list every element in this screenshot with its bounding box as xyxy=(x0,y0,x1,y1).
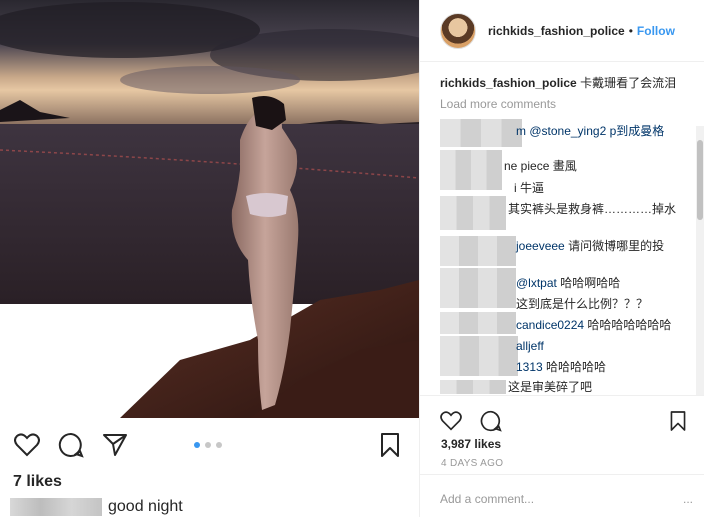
comment-text: 请问微博哪里的投 xyxy=(568,239,665,253)
comment-username[interactable]: joeeveee xyxy=(516,239,565,253)
heart-icon xyxy=(440,411,462,431)
comment-username[interactable]: @lxtpat xyxy=(516,276,557,290)
blurred-avatar xyxy=(440,196,506,230)
blurred-avatar xyxy=(440,312,516,334)
share-button[interactable] xyxy=(100,430,130,460)
blurred-avatar xyxy=(440,380,506,394)
comment-row: 这到底是什么比例？？？ xyxy=(516,296,648,312)
left-action-bar xyxy=(12,430,130,460)
caption: good night xyxy=(10,498,183,516)
comment-username[interactable]: alljeff xyxy=(516,339,544,353)
comment-row: i 牛逼 xyxy=(514,180,544,196)
comment-icon xyxy=(58,432,84,458)
blurred-avatar xyxy=(440,268,516,308)
follow-button[interactable]: Follow xyxy=(637,24,675,38)
caption-comment-text: 卡戴珊看了会流泪 xyxy=(580,76,677,90)
caption-comment: richkids_fashion_police 卡戴珊看了会流泪 xyxy=(440,75,685,91)
carousel-dot-active[interactable] xyxy=(194,442,200,448)
comment-text: 哈哈哈哈哈 xyxy=(546,360,607,374)
caption-text: good night xyxy=(108,498,183,515)
comment-text: 哈哈哈哈哈哈哈 xyxy=(587,318,672,332)
more-options[interactable]: ... xyxy=(683,492,693,506)
comment-username[interactable]: 1313 xyxy=(516,360,543,374)
like-button[interactable] xyxy=(12,430,42,460)
right-action-bar: 3,987 likes 4 DAYS AGO xyxy=(420,395,704,475)
carousel-dot[interactable] xyxy=(205,442,211,448)
comment-row: @lxtpat 哈哈啊哈哈 xyxy=(516,275,620,291)
right-icons xyxy=(436,406,506,436)
comment-row: candice0224 哈哈哈哈哈哈哈 xyxy=(516,317,671,333)
blurred-avatar xyxy=(440,150,502,190)
comment-text: ne piece 畫風 xyxy=(504,159,577,173)
comment-row: 这是审美碎了吧 xyxy=(508,379,592,395)
left-post-footer: 7 likes good night xyxy=(0,418,419,517)
comment-row: 1313 哈哈哈哈哈 xyxy=(516,359,606,375)
comment-row: alljeff xyxy=(516,338,544,354)
blurred-avatar xyxy=(440,236,516,266)
blurred-avatar xyxy=(440,119,522,147)
likes-count[interactable]: 7 likes xyxy=(13,473,62,491)
post-timestamp[interactable]: 4 DAYS AGO xyxy=(441,458,503,469)
blurred-avatar xyxy=(440,336,518,376)
comment-row: m @stone_ying2 p到成曼格 xyxy=(516,123,664,139)
likes-count[interactable]: 3,987 likes xyxy=(441,437,501,451)
bookmark-icon xyxy=(670,411,686,431)
comment-button[interactable] xyxy=(476,406,506,436)
comment-text: 这是审美碎了吧 xyxy=(508,380,593,394)
comment-text: 其实裤头是救身裤…………掉水 xyxy=(508,202,677,216)
comment-row: joeeveee 请问微博哪里的投 xyxy=(516,238,664,254)
avatar[interactable] xyxy=(440,12,476,49)
heart-icon xyxy=(14,433,40,457)
comments-scroll-thumb[interactable] xyxy=(697,140,703,220)
load-more-comments[interactable]: Load more comments xyxy=(440,97,685,111)
comment-text: i 牛逼 xyxy=(514,181,545,195)
comment-username[interactable]: candice0224 xyxy=(516,318,584,332)
beach-sunset-photo xyxy=(0,0,419,418)
header-username[interactable]: richkids_fashion_police xyxy=(488,24,625,38)
comment-text: @stone_ying2 p到成曼格 xyxy=(529,124,665,138)
like-button[interactable] xyxy=(436,406,466,436)
comment-text: 哈哈啊哈哈 xyxy=(560,276,621,290)
bookmark-icon xyxy=(381,433,399,457)
comment-icon xyxy=(480,410,502,432)
save-button[interactable] xyxy=(663,406,693,436)
blurred-username[interactable] xyxy=(10,498,102,516)
header-separator: • xyxy=(628,23,633,38)
share-icon xyxy=(103,434,127,456)
caption-username[interactable]: richkids_fashion_police xyxy=(440,76,577,90)
post-sidebar: richkids_fashion_police • Follow richkid… xyxy=(419,0,704,517)
save-button[interactable] xyxy=(375,430,405,460)
carousel-indicator xyxy=(194,442,222,448)
comment-row: 其实裤头是救身裤…………掉水 xyxy=(508,201,676,217)
add-comment-placeholder: Add a comment... xyxy=(440,492,535,506)
comment-row: ne piece 畫風 xyxy=(504,158,577,174)
post-photo xyxy=(0,0,419,418)
comment-button[interactable] xyxy=(56,430,86,460)
carousel-dot[interactable] xyxy=(216,442,222,448)
add-comment-input[interactable]: Add a comment... ... xyxy=(420,474,704,517)
post-header: richkids_fashion_police • Follow xyxy=(420,0,704,62)
comment-username[interactable]: m xyxy=(516,124,526,138)
comment-text: 这到底是什么比例？？？ xyxy=(516,297,649,311)
